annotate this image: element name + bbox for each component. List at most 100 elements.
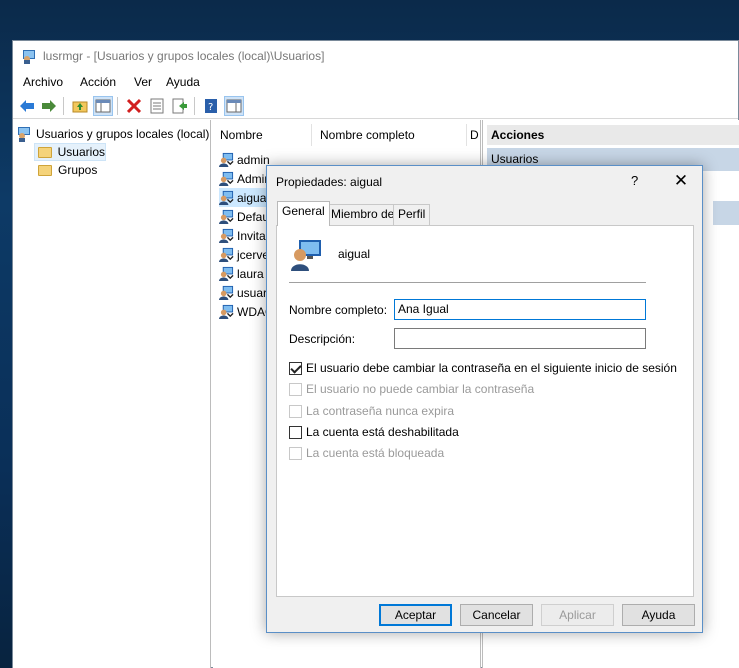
user-row[interactable]: Admir [219,169,268,188]
export-list-button[interactable] [170,96,190,116]
user-name-cell: admin [237,152,270,167]
help-book-icon: ? [205,99,217,113]
user-icon [219,209,234,224]
user-row[interactable]: aigual [219,188,270,207]
show-action-pane-button[interactable] [224,96,244,116]
checkbox-cannot-change-password: El usuario no puede cambiar la contraseñ… [289,381,534,397]
general-tab-panel: aigual Nombre completo: Ana Igual Descri… [276,225,694,597]
user-row[interactable]: laura [219,264,264,283]
user-row[interactable]: jcerve [219,245,269,264]
user-name-cell: Admir [237,171,269,186]
user-name-cell: jcerve [237,247,270,262]
user-name: aigual [338,247,371,261]
user-icon [219,304,234,319]
cancel-button[interactable]: Cancelar [460,604,533,626]
back-button[interactable] [17,96,37,116]
separator-line [289,282,646,283]
user-name-cell: laura [237,266,264,281]
tree-root[interactable]: Usuarios y grupos locales (local) [16,125,209,143]
tab-perfil[interactable]: Perfil [393,204,431,225]
checkbox-label: La cuenta está deshabilitada [306,425,459,439]
tab-general[interactable]: General [277,201,330,226]
menu-ver[interactable]: Ver [134,75,152,89]
dialog-help-button[interactable]: ? [631,173,638,188]
user-account-icon [291,240,321,271]
arrow-left-icon [20,100,34,112]
full-name-input[interactable]: Ana Igual [394,299,646,320]
tree-item-label: Grupos [58,163,98,177]
properties-sheet-icon [150,98,164,114]
folder-icon [38,164,52,176]
checkbox-account-disabled[interactable]: La cuenta está deshabilitada [289,424,459,440]
export-arrow-icon [172,98,187,114]
checkbox-label: El usuario no puede cambiar la contraseñ… [306,382,535,396]
tree-item-label: Usuarios [57,145,105,159]
properties-button[interactable] [147,96,167,116]
window-title: lusrmgr - [Usuarios y grupos locales (lo… [43,49,325,63]
menu-bar: Archivo Acción Ver Ayuda [13,71,738,93]
description-label: Descripción: [289,332,356,346]
actions-section-aigual[interactable] [713,201,739,225]
forward-button[interactable] [39,96,59,116]
svg-text:?: ? [208,102,213,113]
toolbar-separator [194,97,195,115]
toolbar-separator [117,97,118,115]
dialog-title: Propiedades: aigual [276,175,383,189]
user-name-cell: Defau [237,209,270,224]
checkbox-password-never-expires: La contraseña nunca expira [289,403,454,419]
user-icon [219,171,234,186]
tab-miembro-de[interactable]: Miembro de [326,204,400,225]
user-row[interactable]: usuari [219,283,270,302]
delete-x-icon [126,98,142,114]
apply-button: Aplicar [541,604,614,626]
user-icon [219,266,234,281]
user-row[interactable]: Defau [219,207,269,226]
description-input[interactable] [394,328,646,349]
user-row[interactable]: Invitad [219,226,272,245]
checkbox-box [289,404,302,418]
delete-button[interactable] [124,96,144,116]
column-header-nombre[interactable]: Nombre [220,124,263,146]
column-divider [466,124,467,146]
help-dialog-button[interactable]: Ayuda [622,604,695,626]
actions-header: Acciones [487,125,739,145]
user-row[interactable]: admin [219,150,270,169]
toolbar-separator [63,97,64,115]
column-divider [311,124,312,146]
checkbox-account-locked: La cuenta está bloqueada [289,445,444,461]
checkbox-box [289,446,302,460]
folder-icon [38,146,52,158]
close-icon: ✕ [673,171,689,190]
tree-root-label: Usuarios y grupos locales (local) [36,127,210,141]
user-icon [219,190,234,205]
checkbox-box[interactable] [289,361,302,375]
full-name-label: Nombre completo: [289,303,388,317]
arrow-right-icon [42,100,56,112]
ok-button[interactable]: Aceptar [379,604,452,626]
checkbox-label: La cuenta está bloqueada [306,446,445,460]
menu-accion[interactable]: Acción [80,75,116,89]
column-header-nombre-completo[interactable]: Nombre completo [320,124,415,146]
menu-archivo[interactable]: Archivo [23,75,63,89]
up-one-level-button[interactable] [70,96,90,116]
user-icon [219,152,234,167]
users-app-icon [23,50,35,64]
tree-item-usuarios[interactable]: Usuarios [34,143,106,161]
checkbox-box[interactable] [289,425,302,439]
title-bar: lusrmgr - [Usuarios y grupos locales (lo… [13,41,738,71]
user-name-cell: usuari [237,285,270,300]
show-hide-tree-button[interactable] [93,96,113,116]
user-name-cell: aigual [237,190,270,205]
column-header-descripcion[interactable]: D [470,124,479,146]
console-tree-icon [95,99,111,113]
dialog-close-button[interactable]: ✕ [670,170,692,192]
help-button[interactable]: ? [201,96,221,116]
users-groups-icon [18,127,30,142]
checkbox-must-change-password[interactable]: El usuario debe cambiar la contraseña en… [289,360,677,376]
checkbox-label: El usuario debe cambiar la contraseña en… [306,361,677,375]
menu-ayuda[interactable]: Ayuda [166,75,200,89]
tree-item-grupos[interactable]: Grupos [34,161,97,179]
toolbar: ? [13,93,738,119]
folder-up-icon [72,101,88,113]
action-pane-icon [226,99,242,113]
